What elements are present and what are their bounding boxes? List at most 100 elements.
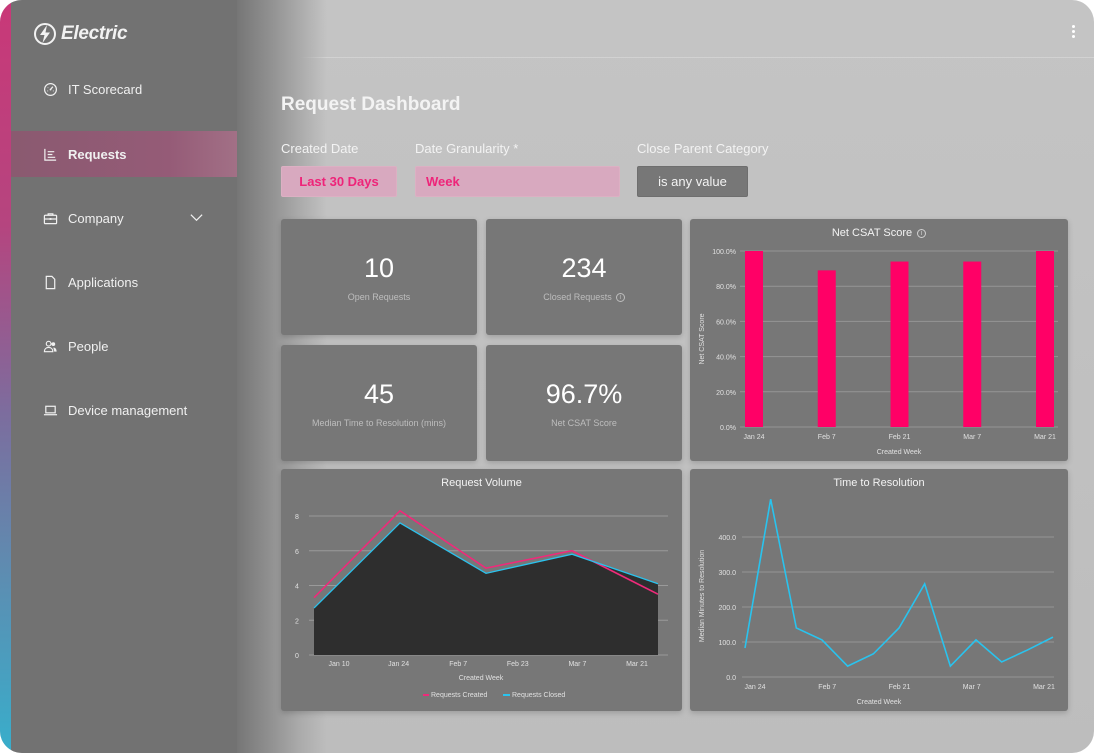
kpi-value: 96.7% bbox=[545, 379, 623, 409]
x-tick-label: Jan 24 bbox=[388, 661, 409, 668]
sidebar-item-label: Device management bbox=[68, 402, 188, 418]
kpi-label: Net CSAT Score bbox=[486, 418, 682, 428]
date-granularity-filter[interactable]: Week bbox=[415, 166, 620, 197]
request-volume-chart-card: Request Volume 0 2 4 6 8 Jan 10 Jan 24 Feb 7 Feb… bbox=[281, 469, 682, 711]
sidebar-item-label: IT Scorecard bbox=[68, 81, 143, 97]
y-tick-label: 80.0% bbox=[716, 284, 736, 291]
sidebar-item-label: Applications bbox=[68, 274, 139, 290]
x-tick-label: Mar 7 bbox=[963, 434, 981, 441]
app-name: Electric bbox=[61, 23, 128, 44]
x-tick-label: Feb 7 bbox=[818, 434, 836, 441]
x-tick-label: Feb 7 bbox=[818, 684, 836, 691]
y-tick-label: 6 bbox=[295, 549, 299, 556]
kpi-label-text: Median Time to Resolution (mins) bbox=[311, 418, 447, 428]
sidebar-item-label: Company bbox=[68, 210, 124, 226]
sidebar-item-label: Requests bbox=[68, 146, 127, 162]
file-icon bbox=[45, 275, 56, 289]
legend-label-closed: Requests Closed bbox=[512, 692, 565, 699]
briefcase-icon bbox=[43, 212, 58, 224]
x-tick-label: Jan 24 bbox=[744, 684, 765, 691]
sidebar-item-it-scorecard[interactable]: IT Scorecard bbox=[11, 66, 237, 112]
kpi-label: Open Requests bbox=[281, 292, 477, 302]
csat-bar bbox=[745, 251, 763, 427]
x-tick-label: Feb 23 bbox=[507, 661, 529, 668]
y-tick-label: 400.0 bbox=[718, 535, 736, 542]
time-to-resolution-line-chart: 0.0 100.0 200.0 300.0 400.0 Jan 24 Feb 7 Feb 21… bbox=[699, 499, 1055, 706]
kpi-value: 234 bbox=[561, 253, 607, 283]
kpi-label-text: Open Requests bbox=[347, 292, 411, 302]
csat-bar bbox=[890, 261, 909, 427]
kpi-card-net-csat: 96.7% Net CSAT Score bbox=[486, 345, 682, 461]
y-tick-label: 0 bbox=[295, 653, 299, 660]
requests-closed-area bbox=[314, 522, 658, 655]
sidebar-item-requests[interactable]: Requests bbox=[11, 131, 237, 177]
x-tick-label: Feb 7 bbox=[449, 661, 467, 668]
x-tick-label: Feb 21 bbox=[889, 684, 911, 691]
kpi-label: Median Time to Resolution (mins) bbox=[281, 418, 477, 428]
y-tick-label: 300.0 bbox=[718, 570, 736, 577]
bar-chart-icon bbox=[44, 148, 57, 161]
kebab-menu-icon[interactable] bbox=[1068, 25, 1078, 41]
x-tick-label: Mar 21 bbox=[1033, 684, 1055, 691]
kpi-card-median-time: 45 Median Time to Resolution (mins) bbox=[281, 345, 477, 461]
app-logo[interactable]: Electric bbox=[33, 22, 128, 46]
gauge-icon bbox=[43, 82, 58, 96]
legend-label-created: Requests Created bbox=[431, 692, 488, 699]
csat-chart-card: Net CSAT Score i 0.0% 20.0% 40.0% 60.0% 80.0%… bbox=[690, 219, 1068, 461]
kpi-value: 45 bbox=[363, 379, 395, 409]
y-tick-label: 100.0% bbox=[712, 249, 736, 256]
created-date-label: Created Date bbox=[281, 141, 359, 156]
y-axis-label: Net CSAT Score bbox=[699, 313, 706, 364]
date-granularity-label: Date Granularity * bbox=[415, 141, 519, 156]
kpi-value: 10 bbox=[363, 253, 395, 283]
sidebar-item-company[interactable]: Company bbox=[11, 195, 237, 241]
x-tick-label: Mar 7 bbox=[963, 684, 981, 691]
y-tick-label: 200.0 bbox=[718, 605, 736, 612]
y-tick-label: 8 bbox=[295, 514, 299, 521]
x-tick-label: Mar 7 bbox=[568, 661, 586, 668]
y-tick-label: 100.0 bbox=[718, 640, 736, 647]
laptop-icon bbox=[43, 405, 58, 415]
info-icon[interactable]: i bbox=[615, 293, 625, 303]
people-icon bbox=[43, 340, 57, 352]
time-to-resolution-chart-card: Time to Resolution 0.0 100.0 200.0 300.0 400… bbox=[690, 469, 1068, 711]
csat-bar bbox=[817, 270, 836, 427]
sidebar-item-label: People bbox=[68, 338, 109, 354]
sidebar-item-applications[interactable]: Applications bbox=[11, 259, 237, 305]
y-tick-label: 0.0% bbox=[720, 425, 736, 432]
y-tick-label: 20.0% bbox=[716, 390, 736, 397]
y-tick-label: 0.0 bbox=[726, 675, 736, 682]
request-volume-area-chart: 0 2 4 6 8 Jan 10 Jan 24 Feb 7 Feb 23 Mar 7 Mar 21 C… bbox=[295, 509, 668, 699]
lightning-bolt-icon bbox=[34, 23, 56, 45]
kpi-card-closed-requests: 234 Closed Requests i bbox=[486, 219, 682, 335]
kpi-label-text: Closed Requests bbox=[543, 292, 612, 302]
brand-stripe bbox=[0, 0, 11, 753]
x-axis-label: Created Week bbox=[877, 449, 922, 456]
y-tick-label: 2 bbox=[295, 618, 299, 625]
y-tick-label: 40.0% bbox=[716, 355, 736, 362]
chevron-down-icon[interactable] bbox=[189, 210, 204, 225]
kpi-label: Closed Requests i bbox=[486, 292, 682, 303]
x-tick-label: Mar 21 bbox=[626, 661, 648, 668]
x-axis-label: Created Week bbox=[857, 699, 902, 706]
kpi-card-open-requests: 10 Open Requests bbox=[281, 219, 477, 335]
sidebar bbox=[11, 0, 237, 753]
close-parent-category-label: Close Parent Category bbox=[637, 141, 769, 156]
top-header bbox=[237, 0, 1094, 58]
sidebar-item-people[interactable]: People bbox=[11, 323, 237, 369]
y-tick-label: 60.0% bbox=[716, 319, 736, 326]
x-axis-label: Created Week bbox=[459, 675, 504, 682]
close-parent-category-filter[interactable]: is any value bbox=[637, 166, 748, 197]
csat-bar-chart: 0.0% 20.0% 40.0% 60.0% 80.0% 100.0% Jan 24 Feb … bbox=[699, 249, 1058, 456]
page-title: Request Dashboard bbox=[281, 94, 461, 115]
y-axis-label: Median Minutes to Resolution bbox=[699, 550, 706, 642]
x-tick-label: Mar 21 bbox=[1034, 434, 1056, 441]
created-date-filter[interactable]: Last 30 Days bbox=[281, 166, 397, 197]
x-tick-label: Jan 10 bbox=[328, 661, 349, 668]
csat-bar bbox=[1036, 251, 1054, 427]
sidebar-item-device-management[interactable]: Device management bbox=[11, 387, 237, 433]
x-tick-label: Feb 21 bbox=[889, 434, 911, 441]
y-tick-label: 4 bbox=[295, 584, 299, 591]
kpi-label-text: Net CSAT Score bbox=[551, 418, 617, 428]
csat-bar bbox=[963, 261, 982, 427]
